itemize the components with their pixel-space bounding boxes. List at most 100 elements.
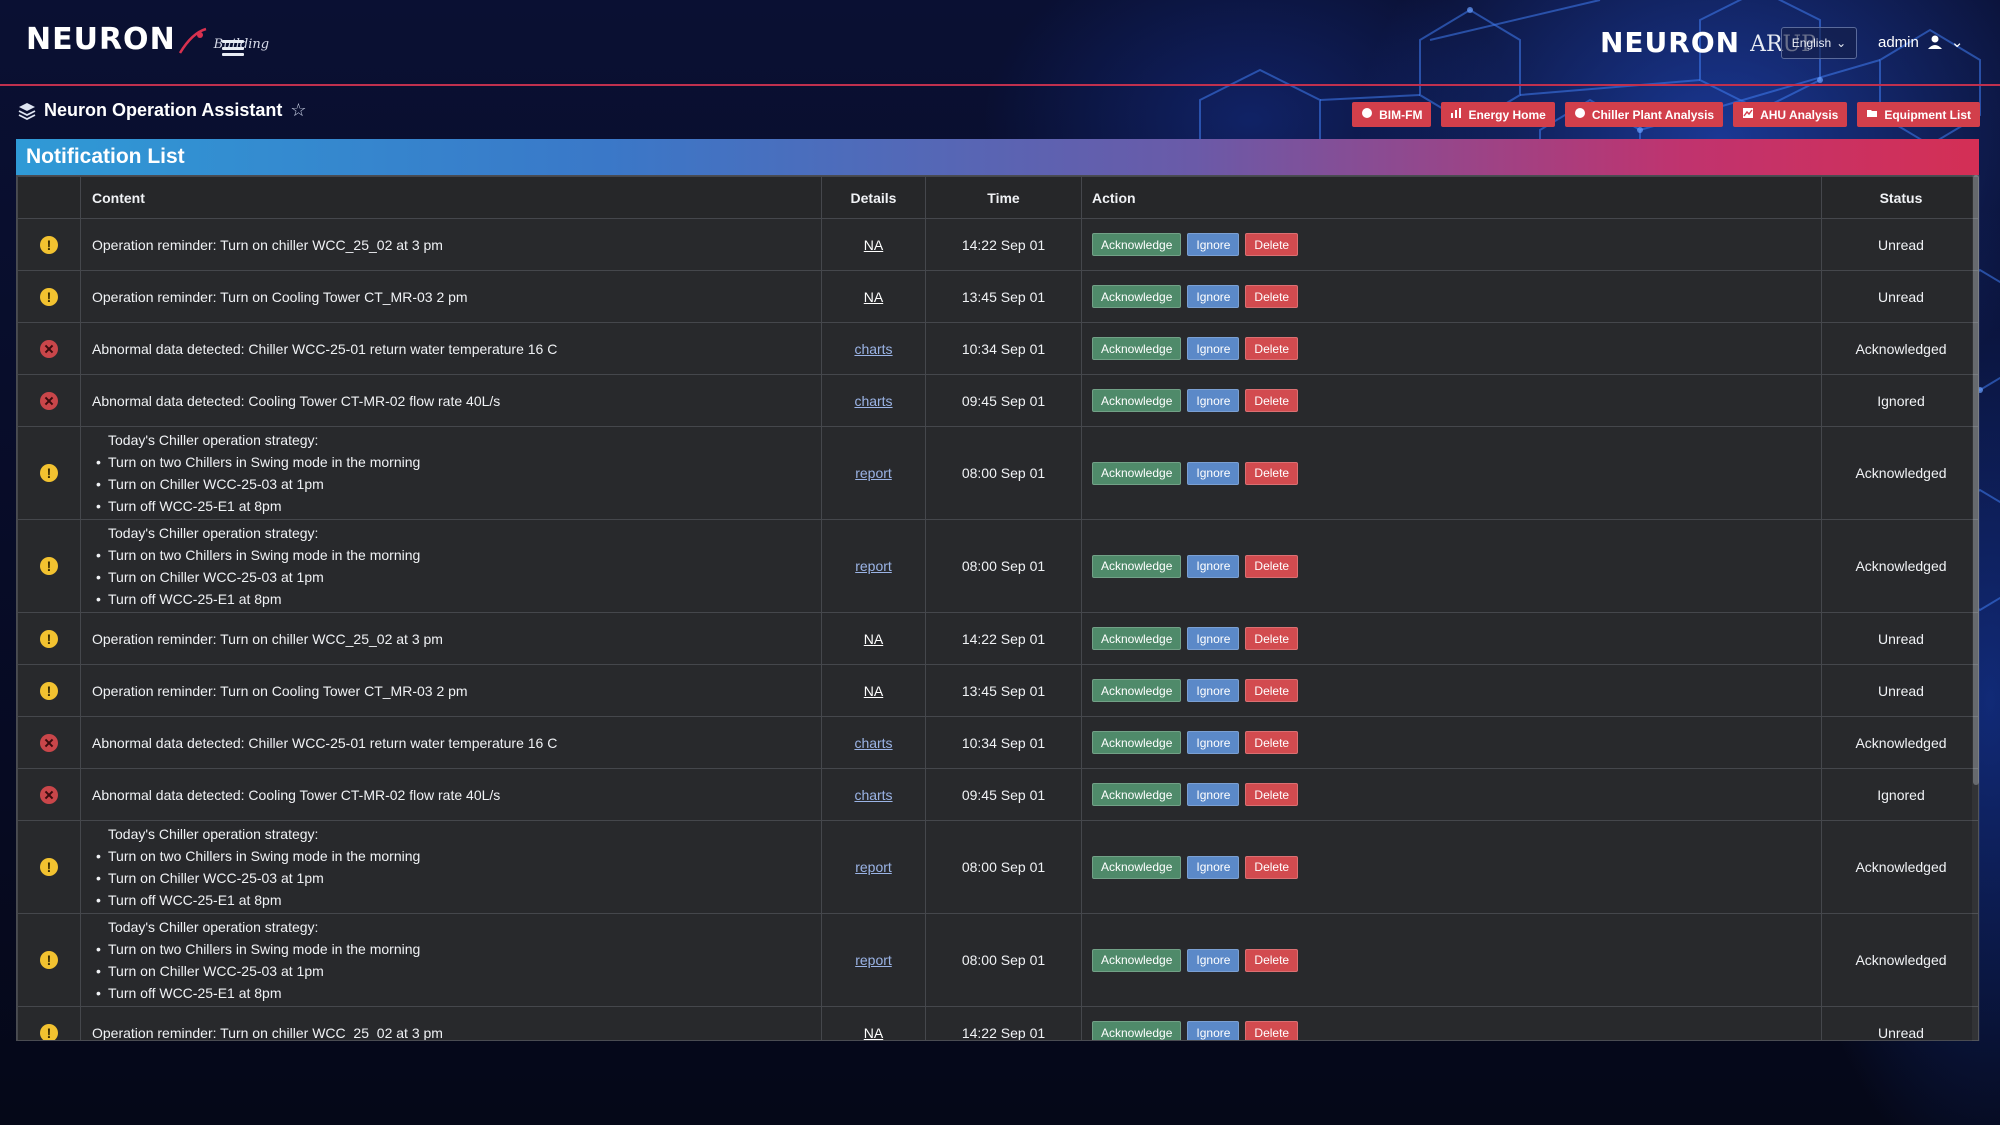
- action-cell: Acknowledge Ignore Delete: [1081, 913, 1822, 1007]
- ignore-button[interactable]: Ignore: [1187, 461, 1240, 485]
- delete-button[interactable]: Delete: [1245, 679, 1299, 702]
- acknowledge-button[interactable]: Acknowledge: [1092, 461, 1182, 485]
- ignore-button[interactable]: Ignore: [1187, 783, 1240, 806]
- acknowledge-button[interactable]: Acknowledge: [1092, 948, 1182, 972]
- acknowledge-button[interactable]: Acknowledge: [1092, 285, 1182, 308]
- delete-button[interactable]: Delete: [1245, 783, 1299, 806]
- details-link[interactable]: report: [855, 558, 892, 574]
- table-row[interactable]: Abnormal data detected: Chiller WCC-25-0…: [17, 716, 1978, 769]
- time-cell: 10:34 Sep 01: [925, 716, 1082, 769]
- acknowledge-button[interactable]: Acknowledge: [1092, 337, 1182, 360]
- acknowledge-button[interactable]: Acknowledge: [1092, 1021, 1182, 1040]
- details-link[interactable]: report: [855, 859, 892, 875]
- ignore-button[interactable]: Ignore: [1187, 337, 1240, 360]
- ignore-button[interactable]: Ignore: [1187, 1021, 1240, 1040]
- table-row[interactable]: Operation reminder: Turn on Cooling Towe…: [17, 664, 1978, 717]
- delete-button[interactable]: Delete: [1245, 1021, 1299, 1040]
- delete-button[interactable]: Delete: [1245, 855, 1299, 879]
- nav-button-bim-fm[interactable]: BIM-FM: [1352, 102, 1432, 127]
- delete-button[interactable]: Delete: [1245, 554, 1299, 578]
- delete-button[interactable]: Delete: [1245, 233, 1299, 256]
- nav-button-energy-home[interactable]: Energy Home: [1441, 102, 1555, 127]
- header-time[interactable]: Time: [925, 176, 1082, 219]
- content-cell: Today's Chiller operation strategy: Turn …: [80, 820, 822, 914]
- severity-cell: [17, 322, 81, 375]
- table-row[interactable]: Operation reminder: Turn on chiller WCC_…: [17, 1006, 1978, 1041]
- details-link[interactable]: NA: [864, 683, 883, 699]
- ignore-button[interactable]: Ignore: [1187, 948, 1240, 972]
- table-scrollbar[interactable]: [1972, 175, 1980, 1041]
- table-row[interactable]: Today's Chiller operation strategy: Turn …: [17, 519, 1978, 613]
- table-row[interactable]: Abnormal data detected: Chiller WCC-25-0…: [17, 322, 1978, 375]
- content-cell: Operation reminder: Turn on Cooling Towe…: [80, 664, 822, 717]
- list-item: Turn off WCC-25-E1 at 8pm: [92, 495, 821, 517]
- details-link[interactable]: NA: [864, 631, 883, 647]
- details-link[interactable]: report: [855, 465, 892, 481]
- details-link[interactable]: NA: [864, 237, 883, 253]
- details-link[interactable]: NA: [864, 1025, 883, 1041]
- header-content[interactable]: Content: [80, 176, 822, 219]
- action-cell: Acknowledge Ignore Delete: [1081, 768, 1822, 821]
- acknowledge-button[interactable]: Acknowledge: [1092, 554, 1182, 578]
- warning-icon: [40, 557, 58, 576]
- details-link[interactable]: charts: [854, 341, 892, 357]
- table-row[interactable]: Abnormal data detected: Cooling Tower CT…: [17, 374, 1978, 427]
- acknowledge-button[interactable]: Acknowledge: [1092, 627, 1182, 650]
- nav-button-ahu-analysis[interactable]: AHU Analysis: [1733, 102, 1848, 127]
- ignore-button[interactable]: Ignore: [1187, 855, 1240, 879]
- acknowledge-button[interactable]: Acknowledge: [1092, 389, 1182, 412]
- ignore-button[interactable]: Ignore: [1187, 233, 1240, 256]
- ignore-button[interactable]: Ignore: [1187, 627, 1240, 650]
- nav-button-chiller-plant-analysis[interactable]: Chiller Plant Analysis: [1564, 102, 1724, 127]
- nav-button-equipment-list[interactable]: Equipment List: [1857, 102, 1980, 127]
- delete-button[interactable]: Delete: [1245, 461, 1299, 485]
- header-status[interactable]: Status: [1821, 176, 1978, 219]
- notification-table: Content Details Time Action Status Opera…: [17, 176, 1978, 1041]
- table-row[interactable]: Operation reminder: Turn on chiller WCC_…: [17, 218, 1978, 271]
- table-row[interactable]: Abnormal data detected: Cooling Tower CT…: [17, 768, 1978, 821]
- status-cell: Unread: [1821, 1006, 1978, 1040]
- delete-button[interactable]: Delete: [1245, 948, 1299, 972]
- table-row[interactable]: Today's Chiller operation strategy: Turn …: [17, 820, 1978, 914]
- table-row[interactable]: Today's Chiller operation strategy: Turn …: [17, 426, 1978, 520]
- content-cell: Abnormal data detected: Chiller WCC-25-0…: [80, 322, 822, 375]
- details-link[interactable]: charts: [854, 393, 892, 409]
- header-action: Action: [1081, 176, 1822, 219]
- acknowledge-button[interactable]: Acknowledge: [1092, 855, 1182, 879]
- ignore-button[interactable]: Ignore: [1187, 389, 1240, 412]
- delete-button[interactable]: Delete: [1245, 627, 1299, 650]
- language-select[interactable]: English ⌄: [1781, 27, 1857, 59]
- ignore-button[interactable]: Ignore: [1187, 285, 1240, 308]
- ignore-button[interactable]: Ignore: [1187, 731, 1240, 754]
- acknowledge-button[interactable]: Acknowledge: [1092, 233, 1182, 256]
- content-heading: Today's Chiller operation strategy:: [108, 919, 319, 935]
- details-link[interactable]: charts: [854, 735, 892, 751]
- notification-table-container[interactable]: Content Details Time Action Status Opera…: [16, 175, 1979, 1041]
- action-cell: Acknowledge Ignore Delete: [1081, 374, 1822, 427]
- user-menu[interactable]: admin ⌄: [1878, 33, 1963, 52]
- table-row[interactable]: Operation reminder: Turn on Cooling Towe…: [17, 270, 1978, 323]
- favorite-star-icon[interactable]: ☆: [290, 100, 306, 121]
- delete-button[interactable]: Delete: [1245, 389, 1299, 412]
- details-cell: report: [821, 519, 926, 613]
- delete-button[interactable]: Delete: [1245, 285, 1299, 308]
- ignore-button[interactable]: Ignore: [1187, 554, 1240, 578]
- time-cell: 14:22 Sep 01: [925, 1006, 1082, 1040]
- menu-icon[interactable]: [222, 40, 244, 56]
- table-row[interactable]: Today's Chiller operation strategy: Turn …: [17, 913, 1978, 1007]
- acknowledge-button[interactable]: Acknowledge: [1092, 679, 1182, 702]
- details-link[interactable]: charts: [854, 787, 892, 803]
- details-link[interactable]: NA: [864, 289, 883, 305]
- scrollbar-thumb[interactable]: [1973, 175, 1979, 785]
- delete-button[interactable]: Delete: [1245, 731, 1299, 754]
- list-item: Turn on Chiller WCC-25-03 at 1pm: [92, 960, 821, 982]
- action-cell: Acknowledge Ignore Delete: [1081, 664, 1822, 717]
- acknowledge-button[interactable]: Acknowledge: [1092, 783, 1182, 806]
- table-row[interactable]: Operation reminder: Turn on chiller WCC_…: [17, 612, 1978, 665]
- details-link[interactable]: report: [855, 952, 892, 968]
- acknowledge-button[interactable]: Acknowledge: [1092, 731, 1182, 754]
- content-bullets: Turn on two Chillers in Swing mode in th…: [92, 938, 821, 1004]
- ignore-button[interactable]: Ignore: [1187, 679, 1240, 702]
- header-details[interactable]: Details: [821, 176, 926, 219]
- delete-button[interactable]: Delete: [1245, 337, 1299, 360]
